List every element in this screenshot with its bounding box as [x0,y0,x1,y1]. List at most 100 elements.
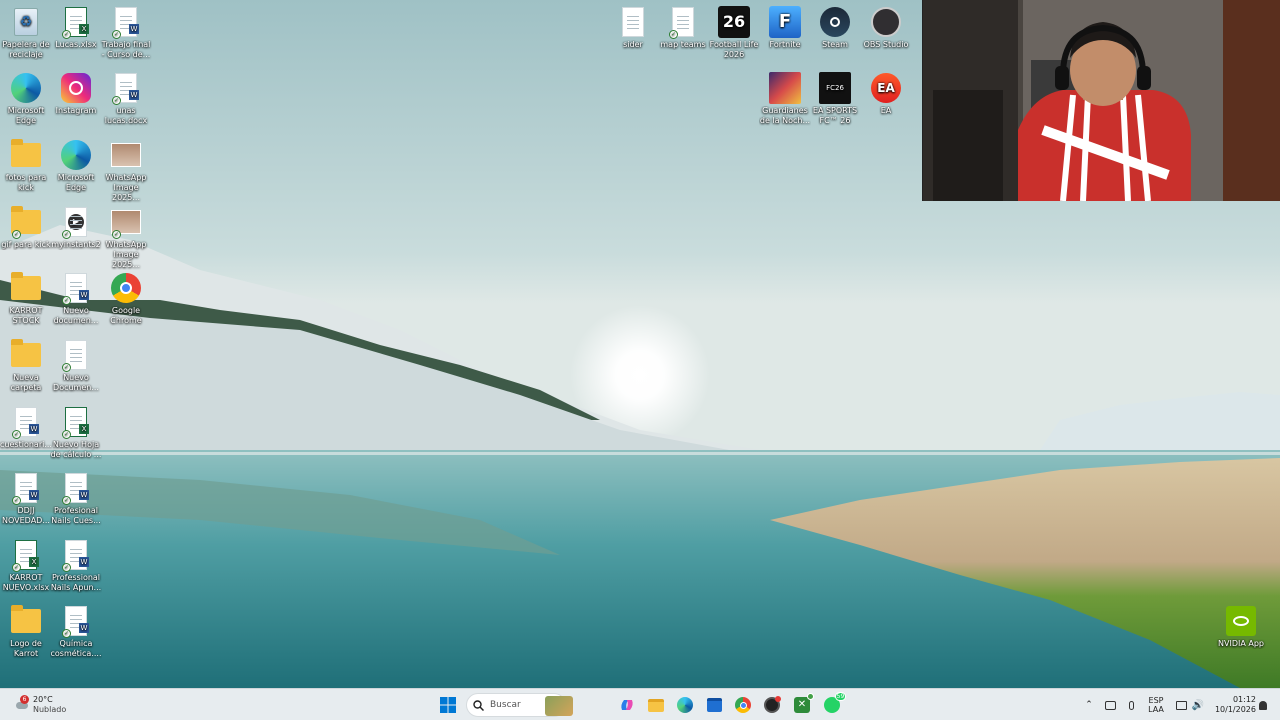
instagram-icon [60,72,92,104]
folder-icon: ✓ [10,206,42,239]
desktop-icon-ea-sports-fc-26[interactable]: FC26 EA SPORTS FC™ 26 [809,70,861,126]
clock-date: 10/1/2026 [1214,705,1256,714]
desktop-icon-label: cuestionari... [0,440,52,449]
webcam-overlay [922,0,1280,201]
weather-badge: 6 [20,695,29,704]
obs-taskbar-button[interactable] [760,693,784,717]
desktop-icon-nvidia-app[interactable]: NVIDIA App [1215,603,1267,649]
clock[interactable]: 01:12 10/1/2026 [1210,689,1256,720]
desktop-icon-karrot-nuevo-xlsx[interactable]: X ✓ KARROT NUEVO.xlsx [0,537,52,593]
desktop-icon-whatsapp-image-1[interactable]: WhatsApp Image 2025... [100,137,152,203]
edge-button[interactable] [673,693,697,717]
word-file-icon: W ✓ [10,472,42,505]
desktop-icon-label: myinstants2 [51,240,101,249]
desktop-icon-trabajo-final[interactable]: W ✓ Trabajo final - Curso de... [100,4,152,60]
desktop-icon-sider[interactable]: sider [607,4,659,50]
desktop-icon-label: Guardianes de la Noch... [759,106,811,125]
desktop-icon-label: Nueva carpeta [10,373,42,392]
whatsapp-badge: 59 [835,692,846,701]
microphone-button[interactable] [1124,689,1138,720]
desktop-icon-label: Instagram [55,106,97,115]
start-button[interactable] [436,693,460,717]
desktop-icon-microsoft-edge-2[interactable]: Microsoft Edge [50,137,102,193]
desktop-icon-ea[interactable]: EA EA [860,70,912,116]
file-explorer-button[interactable] [644,693,668,717]
taskbar: 6 20°C Nublado Buscar ✕ 59 ⌃ ESP LAA 🔊 0… [0,688,1280,720]
desktop-icon-label: Microsoft Edge [7,106,45,125]
desktop-icon-gif-para-kick[interactable]: ✓ gif para kick [0,204,52,250]
chrome-icon [735,697,751,713]
tray-app-button[interactable] [1102,689,1118,720]
ea-icon: EA [870,72,902,104]
word-file-icon: W ✓ [60,539,92,572]
language-bottom: LAA [1148,705,1164,714]
copilot-button[interactable] [615,693,639,717]
desktop-icon-myinstants2[interactable]: ▶ ✓ myinstants2 [50,204,102,250]
excel-file-icon: X ✓ [60,6,92,39]
chrome-button[interactable] [731,693,755,717]
desktop-icon-nuevo-documento-2[interactable]: ✓ Nuevo Documen... [50,337,102,393]
desktop-icon-professional-nails-apun[interactable]: W ✓ Professional Nails Apun... [50,537,102,593]
desktop-icon-label: unas lucas.docx [104,106,148,125]
copilot-icon [621,700,633,710]
sync-status-icon: ✓ [12,230,21,239]
desktop-icon-label: Nuevo documen... [53,306,99,325]
desktop-icon-instagram[interactable]: Instagram [50,70,102,116]
desktop-icon-football-life-2026[interactable]: 26 Football Life 2026 [708,4,760,60]
desktop-icon-label: OBS Studio [863,40,909,49]
recycle-bin-icon: ♻ [10,6,42,38]
desktop-icon-microsoft-edge-1[interactable]: Microsoft Edge [0,70,52,126]
desktop-icon-fortnite[interactable]: F Fortnite [759,4,811,50]
desktop-icon-steam[interactable]: Steam [809,4,861,50]
desktop-icon-nuevo-documento-1[interactable]: W ✓ Nuevo documen... [50,270,102,326]
desktop-icon-label: EA SPORTS FC™ 26 [812,106,858,125]
word-file-icon: W ✓ [60,605,92,638]
desktop: ♻ Papelera de reciclaje X ✓ Lucas.xlsx W ✓ Trab… [0,0,1280,688]
desktop-icon-guardianes-de-la-noche[interactable]: Guardianes de la Noch... [759,70,811,126]
store-button[interactable] [702,693,726,717]
xbox-button[interactable]: ✕ [790,693,814,717]
desktop-icon-label: EA [880,106,892,115]
weather-widget[interactable]: 6 20°C Nublado [14,689,70,720]
desktop-icon-ddjj-novedad[interactable]: W ✓ DDJJ NOVEDAD... [0,470,52,526]
desktop-icon-label: KARROT NUEVO.xlsx [2,573,50,592]
desktop-icon-label: Química cosmética.... [50,639,102,658]
desktop-icon-quimica-cosmetica[interactable]: W ✓ Química cosmética.... [50,603,102,659]
file-explorer-icon [648,698,664,712]
language-indicator[interactable]: ESP LAA [1144,689,1168,720]
desktop-icon-logo-de-karrot[interactable]: Logo de Karrot [0,603,52,659]
sync-status-icon: ✓ [62,563,71,572]
whatsapp-button[interactable]: 59 [820,692,846,717]
search-highlight-icon [545,696,573,716]
desktop-icon-nueva-carpeta[interactable]: Nueva carpeta [0,337,52,393]
network-icon [1175,700,1187,710]
notifications-button[interactable] [1256,689,1270,720]
desktop-icon-map-teams[interactable]: ✓ map teams [657,4,709,50]
taskbar-search[interactable]: Buscar [466,693,573,717]
desktop-icon-whatsapp-image-2[interactable]: ✓ WhatsApp Image 2025... [100,204,152,270]
sync-status-icon: ✓ [62,230,71,239]
desktop-icon-label: WhatsApp Image 2025... [105,240,147,269]
media-file-icon: ▶ ✓ [60,206,92,239]
desktop-icon-obs-studio[interactable]: OBS Studio [860,4,912,50]
obs-icon [764,696,781,713]
desktop-icon-profesional-nails-cues[interactable]: W ✓ Profesional Nails Cues... [50,470,102,526]
volume-button[interactable]: 🔊 [1190,689,1206,720]
desktop-icon-google-chrome[interactable]: Google Chrome [100,270,152,326]
desktop-icon-karrot-stock[interactable]: KARROT STOCK [0,270,52,326]
desktop-icon-label: WhatsApp Image 2025... [105,173,147,202]
search-icon [473,699,484,711]
desktop-icon-recycle-bin[interactable]: ♻ Papelera de reciclaje [0,4,52,60]
desktop-icon-unas-lucas-docx[interactable]: W ✓ unas lucas.docx [100,70,152,126]
desktop-icon-nueva-hoja-de-calculo[interactable]: X ✓ Nuevo Hoja de cálculo ... [50,404,102,460]
desktop-icon-fotos-para-kick[interactable]: fotos para kick [0,137,52,193]
network-button[interactable] [1173,689,1189,720]
desktop-icon-cuestionario[interactable]: W ✓ cuestionari... [0,404,52,450]
store-icon [706,698,722,712]
desktop-icon-lucas-xlsx[interactable]: X ✓ Lucas.xlsx [50,4,102,50]
show-hidden-icons-button[interactable]: ⌃ [1082,689,1096,720]
word-file-icon: W ✓ [110,6,142,39]
desktop-icon-label: NVIDIA App [1218,639,1264,648]
desktop-icon-label: gif para kick [1,240,51,249]
word-file-icon: W ✓ [60,472,92,505]
